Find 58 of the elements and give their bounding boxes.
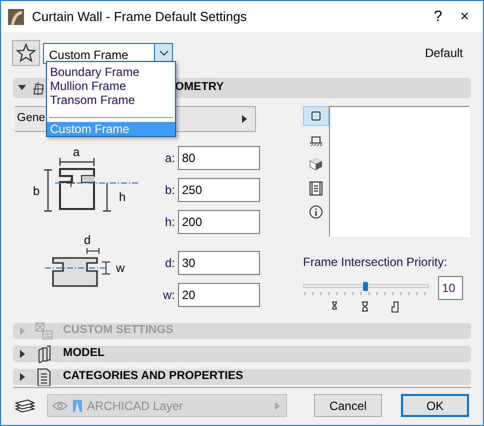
dimension-label: w [116, 261, 125, 275]
dimension-label: b [33, 184, 40, 198]
star-icon [16, 43, 36, 63]
caret-right-icon [17, 372, 27, 382]
cube-icon [309, 156, 323, 172]
field-label: d: [164, 255, 176, 272]
caret-right-icon [272, 400, 282, 410]
document-icon [35, 368, 53, 386]
input-field[interactable]: 20 [178, 283, 260, 307]
section-header[interactable]: CATEGORIES AND PROPERTIES [13, 369, 471, 385]
caret-right-icon [17, 349, 27, 359]
app-icon [8, 8, 24, 24]
chevron-down-icon [158, 50, 168, 56]
dialog-button[interactable]: Cancel [314, 394, 382, 417]
caret-right-icon [17, 326, 27, 336]
bracket-icon [391, 301, 399, 313]
section-title: CUSTOM SETTINGS [63, 323, 174, 338]
close-button[interactable]: × [460, 9, 469, 24]
dimension-label: d [84, 233, 91, 247]
view-tab[interactable] [303, 106, 329, 126]
hourglass-icon [361, 301, 369, 312]
section-title: OMETRY [175, 80, 224, 96]
square-icon [309, 108, 323, 124]
settings-grid-icon [35, 322, 53, 340]
hourglass-icon [331, 301, 339, 310]
input-field[interactable]: 30 [178, 251, 260, 275]
input-field[interactable]: 80 [178, 146, 260, 170]
input-field[interactable]: 200 [178, 210, 260, 234]
slider-track[interactable] [303, 284, 429, 288]
field-label: h: [164, 214, 176, 231]
window-title: Curtain Wall - Frame Default Settings [32, 8, 247, 26]
input-field[interactable]: 250 [178, 178, 260, 202]
slider-thumb[interactable] [363, 282, 368, 291]
dropdown-option[interactable]: Mullion Frame [47, 79, 175, 93]
geometry-icon [33, 81, 44, 95]
eye-icon [52, 400, 68, 410]
default-label: Default [424, 45, 463, 62]
section-title: MODEL [63, 346, 105, 362]
film-strip-icon [309, 180, 323, 196]
field-label: a: [164, 150, 176, 167]
dropdown-option[interactable]: Transom Frame [47, 93, 175, 107]
caret-right-icon [239, 114, 249, 124]
info-icon [309, 204, 323, 220]
dimension-label: h [119, 190, 126, 204]
favorites-button[interactable] [12, 40, 40, 66]
section-header[interactable]: MODEL [13, 346, 471, 362]
priority-label: Frame Intersection Priority: [303, 254, 448, 271]
profile-drawing [44, 248, 110, 287]
section-title: CATEGORIES AND PROPERTIES [63, 369, 244, 384]
frame-type-select[interactable]: Custom Frame [43, 42, 173, 64]
priority-field[interactable]: 10 [438, 276, 463, 300]
dropdown-option[interactable]: Boundary Frame [47, 65, 175, 79]
dialog-button[interactable]: OK [401, 394, 469, 417]
dimension-label: a [73, 145, 80, 159]
field-label: w: [162, 287, 176, 304]
layer-swatch-icon [73, 400, 82, 412]
help-button[interactable]: ? [434, 9, 442, 24]
field-label: b: [164, 182, 176, 199]
